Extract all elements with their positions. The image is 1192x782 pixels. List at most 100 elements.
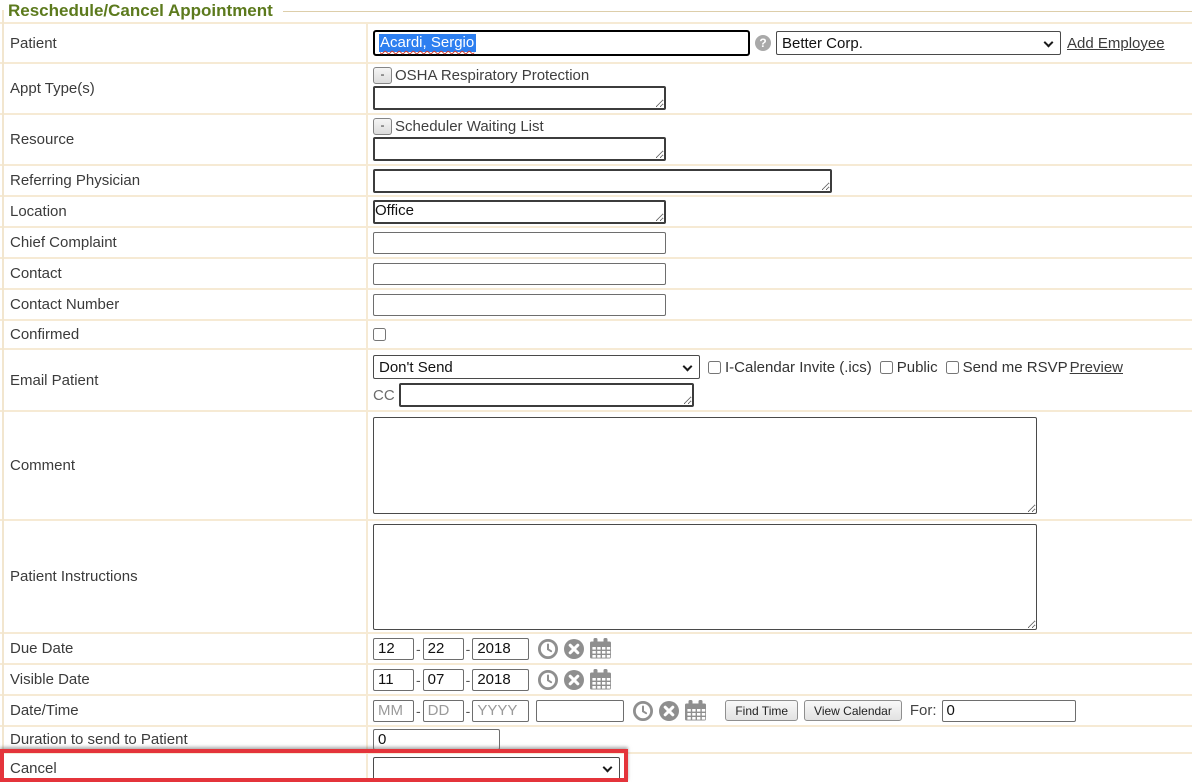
help-icon[interactable]: ? bbox=[755, 35, 771, 51]
for-label: For: bbox=[910, 702, 937, 719]
resource-label: Resource bbox=[0, 115, 368, 164]
row-due-date: Due Date - - bbox=[0, 632, 1192, 663]
fieldset-left-border bbox=[2, 10, 4, 782]
date-time-label: Date/Time bbox=[0, 696, 368, 725]
row-duration: Duration to send to Patient bbox=[0, 725, 1192, 752]
due-date-year-input[interactable] bbox=[472, 638, 529, 660]
location-input[interactable]: Office bbox=[373, 200, 666, 224]
clock-icon[interactable] bbox=[537, 638, 559, 660]
time-input[interactable] bbox=[536, 700, 624, 722]
duration-input[interactable] bbox=[373, 729, 500, 750]
preview-link[interactable]: Preview bbox=[1070, 359, 1123, 376]
calendar-icon[interactable] bbox=[589, 669, 612, 690]
date-time-month-input[interactable] bbox=[373, 700, 414, 722]
email-send-select[interactable]: Don't Send bbox=[373, 355, 700, 379]
chief-complaint-input[interactable] bbox=[373, 232, 666, 254]
public-checkbox[interactable] bbox=[880, 361, 893, 374]
calendar-icon[interactable] bbox=[589, 638, 612, 659]
company-select[interactable]: Better Corp. bbox=[776, 31, 1061, 55]
resource-selected-tag: Scheduler Waiting List bbox=[395, 118, 544, 135]
cancel-select[interactable] bbox=[373, 757, 620, 780]
remove-resource-button[interactable]: - bbox=[373, 118, 392, 135]
row-appt-type: Appt Type(s) - OSHA Respiratory Protecti… bbox=[0, 62, 1192, 113]
email-send-selected-value: Don't Send bbox=[379, 359, 453, 376]
form-header: Reschedule/Cancel Appointment bbox=[0, 0, 1192, 22]
row-confirmed: Confirmed bbox=[0, 319, 1192, 348]
date-dash: - bbox=[466, 641, 471, 657]
row-visible-date: Visible Date - - bbox=[0, 663, 1192, 694]
date-dash: - bbox=[466, 703, 471, 719]
clear-icon[interactable] bbox=[563, 638, 585, 660]
visible-date-year-input[interactable] bbox=[472, 669, 529, 691]
row-location: Location Office bbox=[0, 195, 1192, 226]
row-chief-complaint: Chief Complaint bbox=[0, 226, 1192, 257]
send-me-rsvp-label: Send me RSVP bbox=[963, 359, 1068, 376]
patient-instructions-label: Patient Instructions bbox=[0, 521, 368, 632]
date-dash: - bbox=[416, 672, 421, 688]
row-contact: Contact bbox=[0, 257, 1192, 288]
row-patient-instructions: Patient Instructions bbox=[0, 519, 1192, 632]
view-calendar-button[interactable]: View Calendar bbox=[804, 700, 902, 721]
date-time-year-input[interactable] bbox=[472, 700, 529, 722]
contact-input[interactable] bbox=[373, 263, 666, 285]
comment-input[interactable] bbox=[373, 417, 1037, 514]
referring-physician-input[interactable] bbox=[373, 169, 832, 193]
date-time-day-input[interactable] bbox=[423, 700, 464, 722]
cc-input[interactable] bbox=[399, 383, 694, 407]
due-date-label: Due Date bbox=[0, 634, 368, 663]
row-resource: Resource - Scheduler Waiting List bbox=[0, 113, 1192, 164]
contact-label: Contact bbox=[0, 259, 368, 288]
cc-label: CC bbox=[373, 387, 395, 404]
patient-instructions-input[interactable] bbox=[373, 524, 1037, 630]
icalendar-invite-label: I-Calendar Invite (.ics) bbox=[725, 359, 872, 376]
confirmed-checkbox[interactable] bbox=[373, 328, 386, 341]
reschedule-cancel-form: Reschedule/Cancel Appointment Patient Ac… bbox=[0, 0, 1192, 782]
send-me-rsvp-checkbox[interactable] bbox=[946, 361, 959, 374]
row-date-time: Date/Time - - Find Time View Calendar Fo… bbox=[0, 694, 1192, 725]
location-label: Location bbox=[0, 197, 368, 226]
referring-physician-label: Referring Physician bbox=[0, 166, 368, 195]
clock-icon[interactable] bbox=[632, 700, 654, 722]
row-email-patient: Email Patient Don't Send I-Calendar Invi… bbox=[0, 348, 1192, 410]
chief-complaint-label: Chief Complaint bbox=[0, 228, 368, 257]
public-label: Public bbox=[897, 359, 938, 376]
remove-appt-type-button[interactable]: - bbox=[373, 67, 392, 84]
due-date-day-input[interactable] bbox=[423, 638, 464, 660]
row-referring-physician: Referring Physician bbox=[0, 164, 1192, 195]
row-patient: Patient Acardi, Sergio ? Better Corp. Ad… bbox=[0, 22, 1192, 62]
visible-date-day-input[interactable] bbox=[423, 669, 464, 691]
clear-icon[interactable] bbox=[563, 669, 585, 691]
find-time-button[interactable]: Find Time bbox=[725, 700, 798, 721]
chevron-down-icon bbox=[603, 762, 613, 772]
chevron-down-icon bbox=[1044, 38, 1054, 48]
patient-label: Patient bbox=[0, 24, 368, 62]
chevron-down-icon bbox=[683, 362, 693, 372]
appt-type-input[interactable] bbox=[373, 86, 666, 110]
due-date-month-input[interactable] bbox=[373, 638, 414, 660]
clock-icon[interactable] bbox=[537, 669, 559, 691]
confirmed-label: Confirmed bbox=[0, 321, 368, 348]
calendar-icon[interactable] bbox=[684, 700, 707, 721]
page-title: Reschedule/Cancel Appointment bbox=[8, 1, 273, 21]
email-patient-label: Email Patient bbox=[0, 350, 368, 410]
visible-date-month-input[interactable] bbox=[373, 669, 414, 691]
row-contact-number: Contact Number bbox=[0, 288, 1192, 319]
cancel-label: Cancel bbox=[0, 754, 368, 782]
comment-label: Comment bbox=[0, 412, 368, 519]
contact-number-input[interactable] bbox=[373, 294, 666, 316]
header-rule bbox=[283, 11, 1192, 12]
date-dash: - bbox=[416, 641, 421, 657]
visible-date-label: Visible Date bbox=[0, 665, 368, 694]
row-comment: Comment bbox=[0, 410, 1192, 519]
for-input[interactable] bbox=[942, 700, 1076, 722]
contact-number-label: Contact Number bbox=[0, 290, 368, 319]
appt-type-selected-tag: OSHA Respiratory Protection bbox=[395, 67, 589, 84]
icalendar-invite-checkbox[interactable] bbox=[708, 361, 721, 374]
add-employee-link[interactable]: Add Employee bbox=[1067, 35, 1165, 52]
clear-icon[interactable] bbox=[658, 700, 680, 722]
patient-input[interactable]: Acardi, Sergio bbox=[373, 30, 750, 56]
date-dash: - bbox=[466, 672, 471, 688]
date-dash: - bbox=[416, 703, 421, 719]
duration-label: Duration to send to Patient bbox=[0, 727, 368, 752]
resource-input[interactable] bbox=[373, 137, 666, 161]
